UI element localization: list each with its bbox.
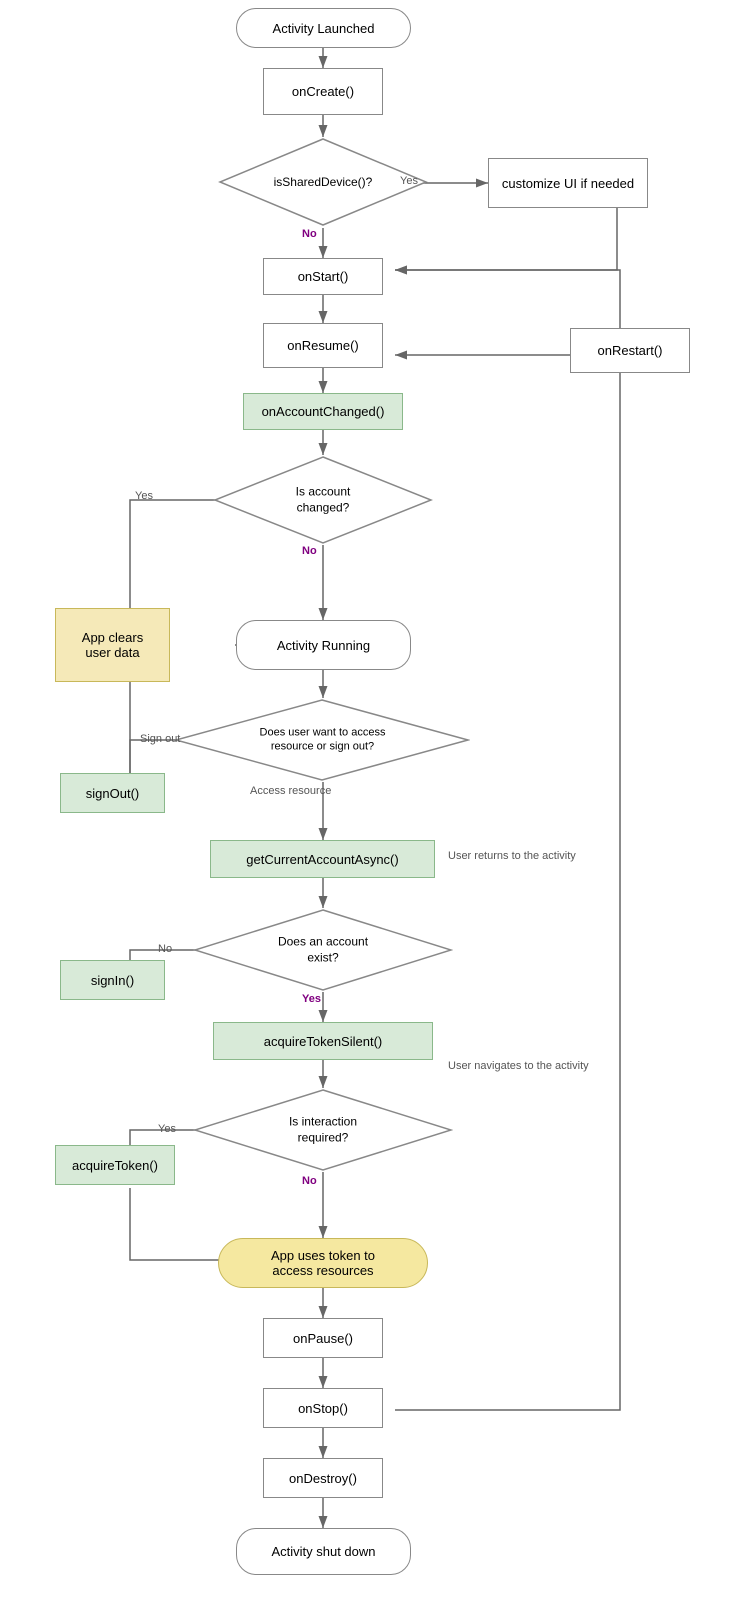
on-stop-label: onStop() [298,1401,348,1416]
on-create-label: onCreate() [292,84,354,99]
user-returns-label: User returns to the activity [448,850,576,862]
no-label-account-exist: No [158,943,172,955]
on-resume-label: onResume() [287,338,359,353]
activity-shutdown-node: Activity shut down [236,1528,411,1575]
on-restart-label: onRestart() [597,343,662,358]
customize-ui-node: customize UI if needed [488,158,648,208]
sign-out-label: Sign out [140,733,180,745]
yes-label-account: Yes [135,490,153,502]
does-user-want-svg [175,698,470,782]
is-interaction-required-node: Is interactionrequired? [193,1088,453,1172]
sign-out-label: signOut() [86,786,139,801]
on-pause-node: onPause() [263,1318,383,1358]
acquire-token-node: acquireToken() [55,1145,175,1185]
does-account-exist-node: Does an accountexist? [193,908,453,992]
acquire-token-label: acquireToken() [72,1158,158,1173]
is-interaction-required-svg [193,1088,453,1172]
sign-in-label: signIn() [91,973,134,988]
on-start-label: onStart() [298,269,349,284]
on-start-node: onStart() [263,258,383,295]
is-account-changed-svg [213,455,433,545]
on-destroy-node: onDestroy() [263,1458,383,1498]
flowchart-diagram: Activity Launched onCreate() isSharedDev… [0,0,740,1615]
on-pause-label: onPause() [293,1331,353,1346]
activity-launched-label: Activity Launched [273,21,375,36]
does-account-exist-svg [193,908,453,992]
activity-shutdown-label: Activity shut down [271,1544,375,1559]
app-uses-token-label: App uses token to access resources [271,1248,375,1278]
activity-launched-node: Activity Launched [236,8,411,48]
activity-running-label: Activity Running [277,638,370,653]
no-label-shared: No [302,228,317,240]
app-uses-token-node: App uses token to access resources [218,1238,428,1288]
no-label-interaction: No [302,1175,317,1187]
is-shared-device-node: isSharedDevice()? [218,137,428,228]
access-resource-label: Access resource [250,785,331,797]
customize-ui-label: customize UI if needed [502,176,634,191]
yes-label-shared: Yes [400,175,418,187]
on-destroy-label: onDestroy() [289,1471,357,1486]
is-shared-device-diamond-svg [218,137,428,228]
yes-label-account-exist: Yes [302,993,321,1005]
is-account-changed-node: Is accountchanged? [213,455,433,545]
sign-out-node: signOut() [60,773,165,813]
app-clears-label: App clears user data [82,630,143,660]
user-navigates-label: User navigates to the activity [448,1060,589,1072]
on-resume-node: onResume() [263,323,383,368]
does-user-want-node: Does user want to accessresource or sign… [175,698,470,782]
get-current-account-label: getCurrentAccountAsync() [246,852,398,867]
on-account-changed-node: onAccountChanged() [243,393,403,430]
get-current-account-node: getCurrentAccountAsync() [210,840,435,878]
acquire-token-silent-node: acquireTokenSilent() [213,1022,433,1060]
app-clears-node: App clears user data [55,608,170,682]
acquire-token-silent-label: acquireTokenSilent() [264,1034,383,1049]
on-account-changed-label: onAccountChanged() [262,404,385,419]
on-restart-node: onRestart() [570,328,690,373]
yes-label-interaction: Yes [158,1123,176,1135]
no-label-account: No [302,545,317,557]
on-stop-node: onStop() [263,1388,383,1428]
activity-running-node: Activity Running [236,620,411,670]
on-create-node: onCreate() [263,68,383,115]
sign-in-node: signIn() [60,960,165,1000]
